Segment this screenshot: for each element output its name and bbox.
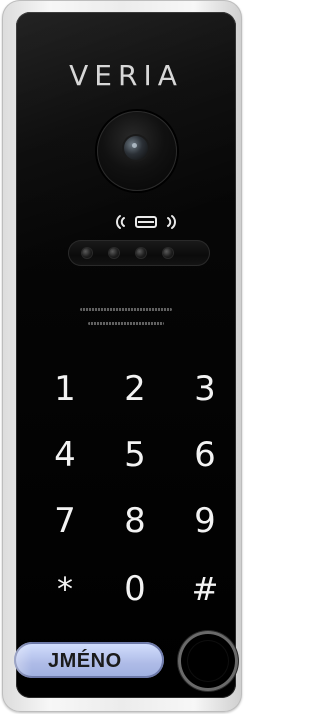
key-8[interactable]: 8 [114,500,156,542]
key-hash[interactable]: # [184,568,226,610]
key-4[interactable]: 4 [44,434,86,476]
brand-logo: VERIA [69,59,183,92]
key-7[interactable]: 7 [44,500,86,542]
camera-module [97,111,177,191]
key-2[interactable]: 2 [114,368,156,410]
key-3[interactable]: 3 [184,368,226,410]
speaker-line-1 [80,308,172,311]
speaker-grille [16,308,236,332]
key-9[interactable]: 9 [184,500,226,542]
key-1[interactable]: 1 [44,368,86,410]
name-button-label: JMÉNO [48,650,122,672]
led-strip [68,240,210,266]
call-button-icon[interactable] [178,631,238,691]
key-star[interactable]: * [44,568,86,610]
led-1 [82,248,92,258]
led-3 [136,248,146,258]
key-0[interactable]: 0 [114,568,156,610]
rfid-svg [116,215,176,229]
key-6[interactable]: 6 [184,434,226,476]
intercom-front-panel: VERIA 1 2 3 4 5 6 7 8 9 * 0 # [16,12,236,698]
intercom-device: VERIA 1 2 3 4 5 6 7 8 9 * 0 # JMÉNO [2,0,242,712]
rfid-card-icon [114,213,178,231]
speaker-line-2 [88,322,164,325]
name-button[interactable]: JMÉNO [14,642,164,678]
key-5[interactable]: 5 [114,434,156,476]
led-2 [109,248,119,258]
led-4 [163,248,173,258]
camera-icon [124,136,148,160]
